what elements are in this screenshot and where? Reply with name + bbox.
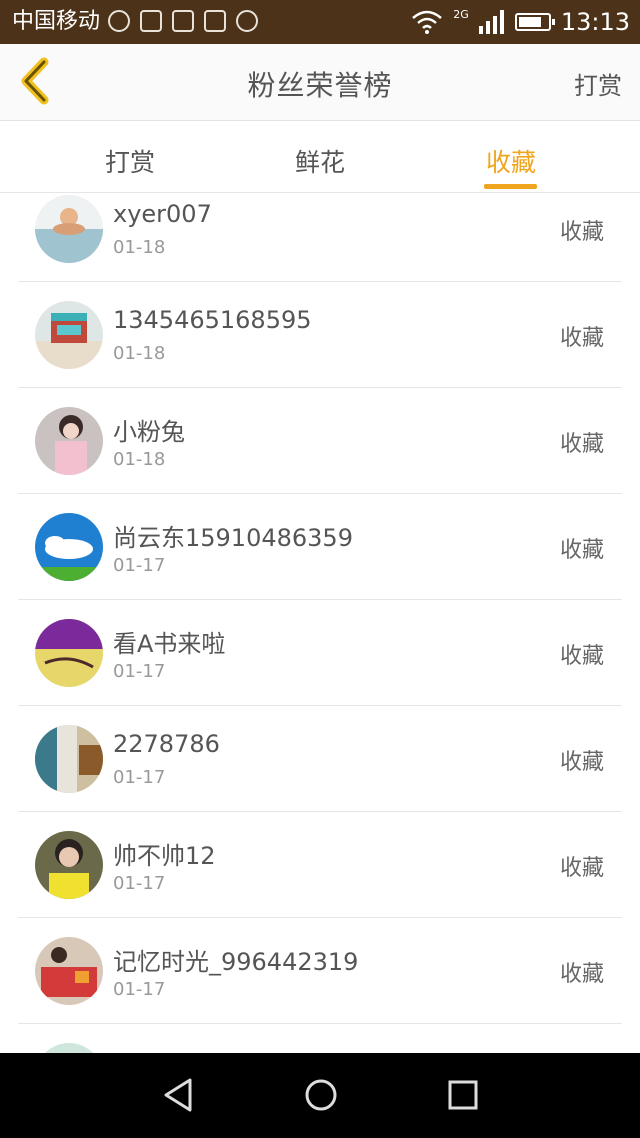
user-name: 尚云东15910486359 — [113, 524, 353, 552]
user-date: 01-18 — [113, 449, 166, 470]
avatar — [35, 513, 103, 581]
user-name: 记忆时光_996442319 — [113, 948, 359, 976]
user-name: 看A书来啦 — [113, 630, 226, 658]
user-date: 01-18 — [113, 237, 166, 258]
sync-icon — [108, 10, 130, 32]
user-date: 01-17 — [113, 979, 166, 1000]
user-date: 01-17 — [113, 661, 166, 682]
nav-back-icon[interactable] — [160, 1075, 200, 1115]
network-type: 2G — [453, 7, 469, 21]
tab-bar: 打赏 鲜花 收藏 — [0, 121, 640, 193]
image-icon — [204, 10, 226, 32]
list-item[interactable]: xyer007 01-18 收藏 — [18, 193, 622, 282]
reward-button[interactable]: 打赏 — [574, 66, 622, 101]
avatar — [35, 301, 103, 369]
warning-icon — [172, 10, 194, 32]
user-name: 帅不帅12 — [113, 842, 216, 870]
action-label: 收藏 — [559, 326, 604, 351]
action-label: 收藏 — [559, 750, 604, 775]
list-item[interactable]: 记忆时光_996442319 01-17 收藏 — [18, 918, 622, 1024]
list-item[interactable]: 尚云东15910486359 01-17 收藏 — [18, 494, 622, 600]
action-label: 收藏 — [559, 538, 604, 563]
user-name: xyer007 — [113, 200, 212, 228]
list-item[interactable]: 小粉兔 01-18 收藏 — [18, 388, 622, 494]
tab-reward[interactable]: 打赏 — [70, 143, 190, 179]
status-bar: 中国移动 2G 13:13 — [0, 0, 640, 44]
carrier-name: 中国移动 — [12, 9, 101, 34]
user-name: 2278786 — [113, 730, 220, 758]
action-label: 收藏 — [559, 644, 604, 669]
list-item[interactable] — [18, 1024, 622, 1053]
fan-list: xyer007 01-18 收藏 1345465168595 01-18 收藏 — [0, 193, 640, 1053]
tab-flowers[interactable]: 鲜花 — [260, 143, 380, 179]
action-label: 收藏 — [559, 432, 604, 457]
avatar — [35, 195, 103, 263]
avatar — [35, 407, 103, 475]
tab-favorites[interactable]: 收藏 — [451, 143, 571, 179]
user-date: 01-17 — [113, 873, 166, 894]
music-app-icon — [236, 10, 258, 32]
action-label: 收藏 — [559, 856, 604, 881]
avatar — [35, 1043, 103, 1053]
user-date: 01-18 — [113, 343, 166, 364]
avatar — [35, 937, 103, 1005]
active-tab-indicator — [484, 184, 537, 189]
user-name: 小粉兔 — [113, 418, 185, 446]
user-date: 01-17 — [113, 555, 166, 576]
wifi-icon — [412, 10, 443, 34]
lock-icon — [140, 10, 162, 32]
page-title: 粉丝荣誉榜 — [247, 69, 393, 102]
signal-icon — [478, 10, 504, 34]
list-item[interactable]: 2278786 01-17 收藏 — [18, 706, 622, 812]
system-nav-bar — [0, 1053, 640, 1138]
list-item[interactable]: 看A书来啦 01-17 收藏 — [18, 600, 622, 706]
header: 粉丝荣誉榜 打赏 — [0, 44, 640, 121]
clock: 13:13 — [560, 8, 630, 36]
action-label: 收藏 — [559, 962, 604, 987]
nav-home-icon[interactable] — [301, 1075, 341, 1115]
nav-recents-icon[interactable] — [443, 1075, 483, 1115]
notification-icons — [108, 10, 258, 34]
avatar — [35, 619, 103, 687]
list-item[interactable]: 1345465168595 01-18 收藏 — [18, 282, 622, 388]
list-item[interactable]: 帅不帅12 01-17 收藏 — [18, 812, 622, 918]
user-date: 01-17 — [113, 767, 166, 788]
action-label: 收藏 — [559, 220, 604, 245]
avatar — [35, 831, 103, 899]
user-name: 1345465168595 — [113, 306, 312, 334]
avatar — [35, 725, 103, 793]
battery-icon — [514, 13, 555, 31]
